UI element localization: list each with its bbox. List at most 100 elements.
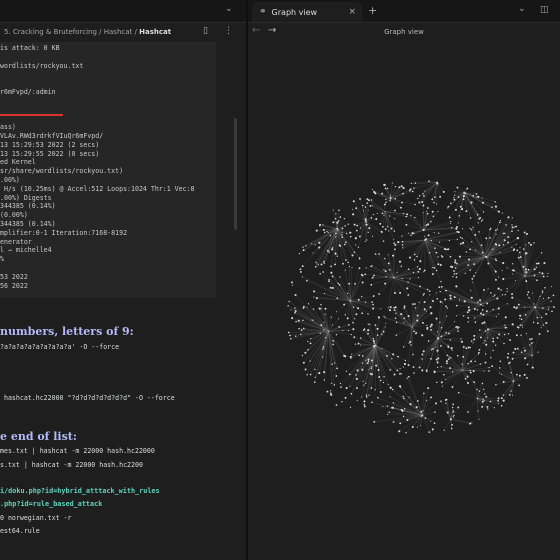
- graph-node[interactable]: [525, 244, 527, 246]
- graph-node[interactable]: [398, 430, 401, 433]
- breadcrumb-subfolder[interactable]: Hashcat: [104, 28, 133, 36]
- graph-node[interactable]: [290, 281, 293, 284]
- graph-node[interactable]: [455, 273, 458, 275]
- graph-node[interactable]: [347, 261, 349, 264]
- graph-node[interactable]: [458, 299, 461, 301]
- graph-node[interactable]: [497, 399, 500, 402]
- graph-node[interactable]: [440, 281, 442, 283]
- graph-node[interactable]: [318, 307, 321, 310]
- graph-node[interactable]: [409, 340, 412, 343]
- graph-node[interactable]: [454, 321, 456, 323]
- graph-node[interactable]: [445, 398, 448, 401]
- graph-node[interactable]: [443, 373, 445, 376]
- graph-node[interactable]: [394, 197, 397, 200]
- graph-node[interactable]: [409, 256, 412, 259]
- graph-node[interactable]: [388, 215, 391, 217]
- graph-node[interactable]: [425, 224, 428, 227]
- graph-node[interactable]: [487, 408, 489, 410]
- graph-node[interactable]: [481, 201, 484, 204]
- graph-node[interactable]: [513, 380, 515, 382]
- graph-node[interactable]: [342, 262, 344, 265]
- graph-node[interactable]: [368, 394, 370, 396]
- graph-node[interactable]: [450, 347, 453, 350]
- graph-node[interactable]: [452, 410, 455, 412]
- graph-node[interactable]: [477, 353, 480, 355]
- graph-node[interactable]: [496, 228, 499, 230]
- graph-node[interactable]: [514, 347, 517, 351]
- graph-node[interactable]: [401, 235, 403, 237]
- graph-node[interactable]: [384, 187, 387, 190]
- graph-node[interactable]: [531, 366, 534, 369]
- graph-node[interactable]: [479, 299, 481, 302]
- graph-node[interactable]: [528, 242, 530, 244]
- graph-node[interactable]: [368, 227, 371, 230]
- graph-node[interactable]: [346, 317, 349, 320]
- graph-node[interactable]: [394, 317, 397, 320]
- graph-node[interactable]: [426, 212, 429, 215]
- graph-node[interactable]: [301, 355, 304, 357]
- graph-node[interactable]: [502, 394, 505, 396]
- graph-node[interactable]: [485, 343, 488, 346]
- graph-node[interactable]: [512, 273, 514, 275]
- graph-node[interactable]: [341, 231, 343, 234]
- graph-node[interactable]: [462, 195, 465, 198]
- graph-node[interactable]: [332, 221, 335, 224]
- graph-node[interactable]: [499, 360, 502, 363]
- graph-node[interactable]: [323, 262, 325, 265]
- graph-node[interactable]: [352, 213, 355, 216]
- graph-node[interactable]: [335, 213, 337, 215]
- graph-node[interactable]: [344, 241, 347, 244]
- graph-node[interactable]: [427, 223, 430, 226]
- graph-node[interactable]: [405, 213, 408, 215]
- graph-node[interactable]: [503, 239, 506, 242]
- graph-node[interactable]: [445, 331, 447, 334]
- graph-node[interactable]: [449, 357, 452, 359]
- graph-node[interactable]: [418, 267, 421, 271]
- graph-node[interactable]: [545, 321, 548, 325]
- graph-node[interactable]: [372, 295, 375, 298]
- graph-node[interactable]: [533, 242, 535, 244]
- graph-node[interactable]: [524, 252, 527, 255]
- graph-node[interactable]: [430, 357, 432, 360]
- graph-node[interactable]: [447, 332, 450, 335]
- graph-node[interactable]: [462, 198, 465, 201]
- graph-node[interactable]: [523, 347, 525, 349]
- graph-node[interactable]: [364, 273, 367, 276]
- graph-node[interactable]: [440, 327, 443, 329]
- graph-node[interactable]: [441, 385, 443, 387]
- graph-node[interactable]: [387, 262, 390, 265]
- graph-node[interactable]: [349, 406, 352, 409]
- graph-node[interactable]: [511, 226, 514, 229]
- graph-node[interactable]: [482, 305, 484, 307]
- graph-node[interactable]: [344, 314, 346, 316]
- graph-node[interactable]: [499, 251, 501, 253]
- graph-node[interactable]: [516, 306, 518, 308]
- graph-node[interactable]: [525, 232, 529, 235]
- graph-node[interactable]: [481, 219, 484, 221]
- graph-node[interactable]: [450, 220, 452, 223]
- graph-node[interactable]: [381, 232, 383, 234]
- graph-node[interactable]: [400, 372, 402, 375]
- graph-node[interactable]: [382, 240, 385, 242]
- graph-node[interactable]: [431, 210, 434, 213]
- graph-node[interactable]: [389, 200, 391, 202]
- graph-node[interactable]: [439, 241, 441, 243]
- graph-node[interactable]: [413, 330, 415, 333]
- graph-node[interactable]: [494, 201, 496, 203]
- graph-node[interactable]: [494, 270, 497, 273]
- graph-node[interactable]: [511, 357, 514, 360]
- graph-node[interactable]: [465, 251, 468, 253]
- graph-node[interactable]: [507, 216, 510, 219]
- graph-node[interactable]: [319, 272, 321, 275]
- graph-node[interactable]: [328, 278, 330, 281]
- graph-node[interactable]: [440, 381, 443, 384]
- graph-node[interactable]: [434, 247, 436, 249]
- graph-node[interactable]: [524, 314, 527, 316]
- graph-node[interactable]: [496, 297, 499, 300]
- graph-node[interactable]: [430, 239, 433, 242]
- graph-node[interactable]: [435, 358, 438, 361]
- graph-node[interactable]: [406, 287, 409, 290]
- graph-node[interactable]: [335, 232, 337, 235]
- graph-node[interactable]: [448, 239, 451, 242]
- graph-node[interactable]: [306, 306, 308, 308]
